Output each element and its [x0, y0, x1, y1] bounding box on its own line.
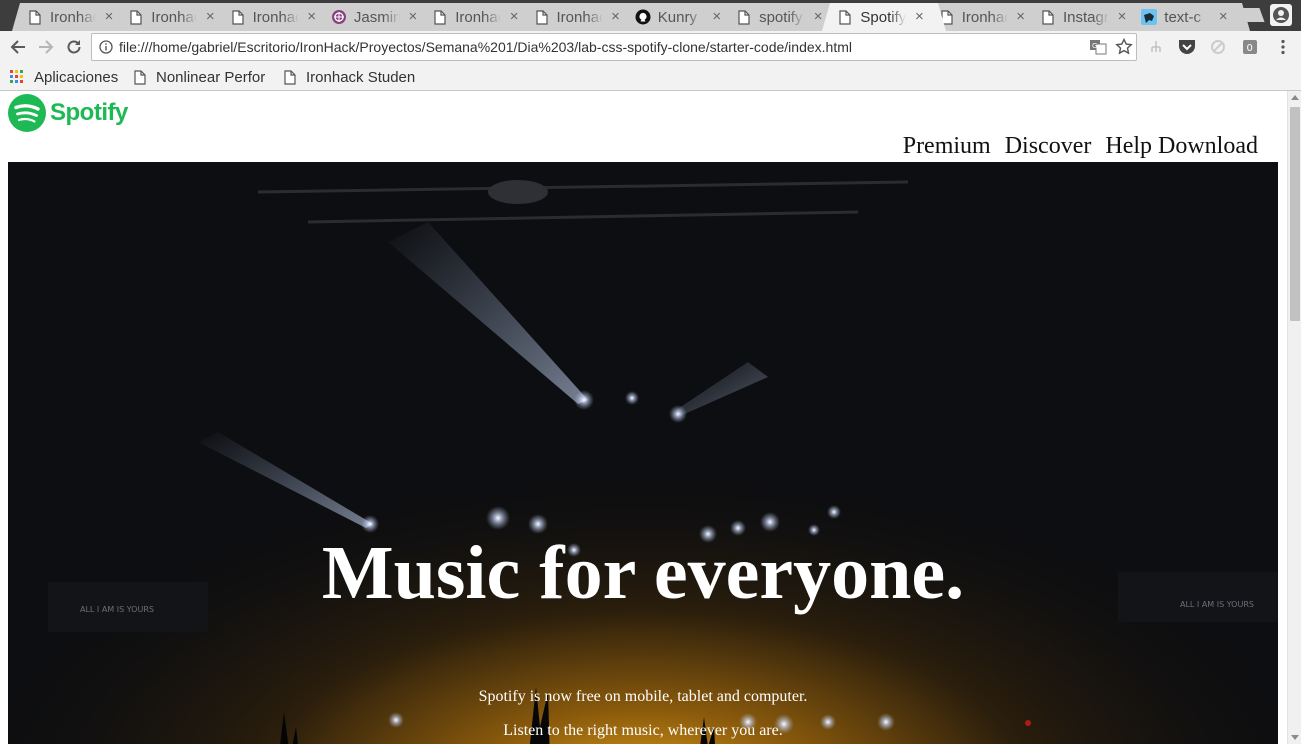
page-viewport: Spotify Premium Discover Help Download A… — [0, 91, 1287, 744]
bookmark-star-icon[interactable] — [1115, 38, 1133, 56]
nav-premium-link[interactable]: Premium — [903, 133, 991, 160]
svg-text:0: 0 — [1247, 43, 1253, 54]
vertical-scrollbar[interactable] — [1287, 91, 1301, 744]
page-icon — [1039, 8, 1057, 26]
page-icon — [836, 8, 854, 26]
github-icon — [634, 8, 652, 26]
forward-button[interactable] — [34, 35, 58, 59]
bookmark-label: Nonlinear Perfor — [156, 68, 266, 86]
bird-icon — [1140, 8, 1158, 26]
tab-title: Ironhack — [962, 9, 1008, 26]
back-button[interactable] — [6, 35, 30, 59]
browser-tab[interactable]: spotify × — [721, 3, 846, 31]
page-icon — [284, 69, 296, 85]
browser-toolbar: file:///home/gabriel/Escritorio/IronHack… — [0, 31, 1301, 63]
browser-tab[interactable]: Kunry × — [619, 3, 744, 31]
bookmarks-bar: Aplicaciones Nonlinear Perfor Ironhack S… — [0, 63, 1301, 90]
tab-title: Ironhack — [50, 9, 96, 26]
translate-icon[interactable]: G — [1089, 39, 1107, 55]
tab-title: Jasmine — [353, 9, 400, 26]
bookmark-label: Aplicaciones — [34, 68, 119, 86]
new-tab-button[interactable] — [1229, 8, 1265, 22]
bookmark-nonlinear[interactable]: Nonlinear Perfor — [134, 67, 270, 87]
hero-title: Music for everyone. — [321, 531, 965, 615]
tab-title: Kunry — [658, 9, 704, 26]
tab-title: Ironhack — [253, 9, 299, 26]
scroll-down-arrow-icon[interactable] — [1291, 735, 1299, 740]
tab-title: Ironhack — [557, 9, 603, 26]
browser-tab[interactable]: Ironhack× — [113, 3, 238, 31]
address-bar[interactable]: file:///home/gabriel/Escritorio/IronHack… — [91, 33, 1137, 61]
tab-close-icon[interactable]: × — [1216, 9, 1230, 25]
page-icon — [127, 8, 145, 26]
nav-help-download-link[interactable]: Help Download — [1105, 133, 1258, 160]
pocket-icon — [1179, 40, 1195, 54]
tab-title: text-c — [1164, 9, 1211, 26]
bookmark-apps[interactable]: Aplicaciones — [10, 67, 118, 87]
spotify-logo[interactable]: Spotify — [8, 93, 128, 133]
scroll-up-arrow-icon[interactable] — [1291, 95, 1299, 100]
hero-subtitle-line-1: Spotify is now free on mobile, tablet an… — [478, 688, 808, 705]
browser-tab[interactable]: Ironhack× — [417, 3, 542, 31]
forward-arrow-icon — [39, 40, 54, 54]
browser-tab[interactable]: Ironhack× — [518, 3, 643, 31]
scrollbar-thumb[interactable] — [1290, 107, 1300, 321]
jasmine-icon — [330, 8, 348, 26]
reload-icon — [67, 40, 81, 54]
browser-tab-active[interactable]: Spotify × — [822, 3, 947, 31]
logo-wordmark: Spotify — [50, 99, 128, 126]
extension-3-button[interactable] — [1206, 35, 1230, 59]
extension-tree-icon — [1151, 41, 1161, 52]
menu-button[interactable] — [1271, 35, 1295, 59]
pocket-button[interactable] — [1175, 35, 1199, 59]
tab-title: Ironhack — [455, 9, 502, 26]
apps-grid-icon — [10, 70, 23, 83]
browser-tab[interactable]: Instagram× — [1025, 3, 1149, 31]
main-nav: Premium Discover Help Download — [889, 133, 1258, 160]
browser-tab[interactable]: Ironhack× — [214, 3, 339, 31]
page-icon — [533, 8, 551, 26]
tab-title: spotify — [759, 9, 806, 26]
profile-icon — [1273, 7, 1289, 23]
page-icon — [26, 8, 44, 26]
nav-discover-link[interactable]: Discover — [1005, 133, 1092, 160]
url-text[interactable]: file:///home/gabriel/Escritorio/IronHack… — [119, 39, 852, 55]
page-icon — [134, 69, 146, 85]
browser-tab[interactable]: Jasmine× — [315, 3, 440, 31]
bookmark-ironhack-student[interactable]: Ironhack Studen — [284, 67, 418, 87]
browser-tab[interactable]: text-c × — [1126, 3, 1251, 31]
extension-badge-icon: 0 — [1243, 40, 1257, 54]
page-icon — [431, 8, 449, 26]
tab-strip: Ironhack×Ironhack×Ironhack×Jasmine×Ironh… — [0, 0, 1301, 31]
svg-text:G: G — [1092, 42, 1097, 50]
profile-button[interactable] — [1270, 4, 1292, 26]
page-icon — [735, 8, 753, 26]
extension-4-button[interactable]: 0 — [1238, 35, 1262, 59]
extension-1-button[interactable] — [1144, 35, 1168, 59]
info-icon[interactable] — [99, 40, 113, 54]
browser-chrome: Ironhack×Ironhack×Ironhack×Jasmine×Ironh… — [0, 0, 1301, 91]
extension-swirl-icon — [1211, 40, 1225, 54]
tab-title: Spotify — [860, 9, 907, 26]
page-icon — [229, 8, 247, 26]
back-arrow-icon — [10, 40, 25, 54]
browser-tab[interactable]: Ironhack× — [923, 3, 1048, 31]
bookmark-label: Ironhack Studen — [306, 68, 416, 86]
tab-close-icon[interactable]: × — [912, 9, 926, 25]
hero-section: ALL I AM IS YOURS ALL I AM IS YOURS Musi… — [8, 162, 1278, 744]
tab-title: Instagram — [1063, 9, 1109, 26]
hero-subtitle-line-2: Listen to the right music, wherever you … — [503, 722, 783, 739]
spotify-icon — [8, 94, 46, 132]
concert-background-image: ALL I AM IS YOURS ALL I AM IS YOURS — [8, 162, 1278, 744]
reload-button[interactable] — [62, 35, 86, 59]
tab-title: Ironhack — [151, 9, 198, 26]
browser-tab[interactable]: Ironhack× — [12, 3, 136, 31]
kebab-menu-icon — [1281, 39, 1285, 55]
